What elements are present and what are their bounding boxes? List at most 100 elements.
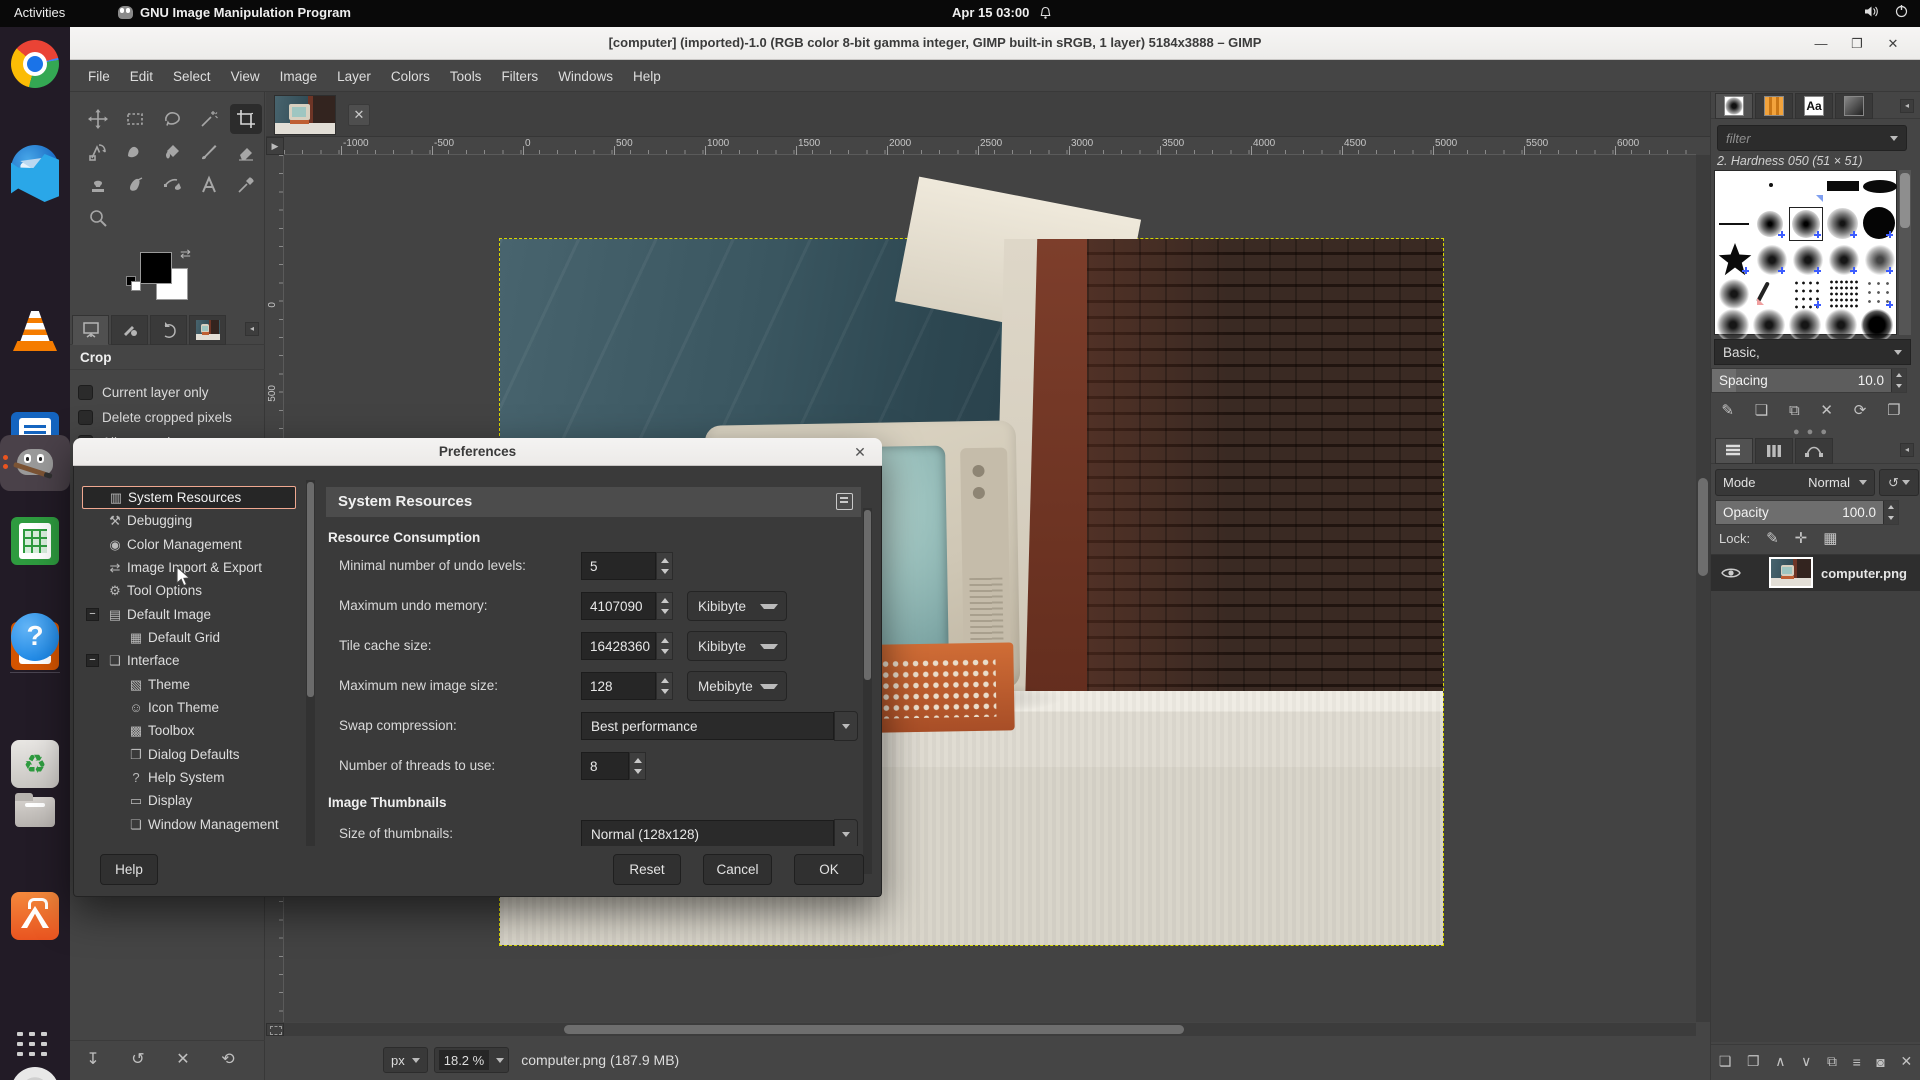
option-current-layer-only[interactable]: Current layer only [78, 379, 209, 405]
collapse-expander-icon[interactable]: − [86, 654, 99, 667]
edit-brush-icon[interactable]: ✎ [1721, 401, 1734, 419]
undo-levels-input[interactable]: 5 [581, 552, 656, 580]
sidebar-item-theme[interactable]: ▧Theme [82, 673, 296, 696]
warp-tool[interactable] [119, 137, 151, 167]
tab-undo-history[interactable] [150, 315, 187, 345]
layer-mode-switch-button[interactable]: ↺ [1879, 469, 1919, 496]
save-tool-preset-icon[interactable]: ↧ [76, 1046, 110, 1074]
maximize-button[interactable]: ❐ [1846, 33, 1868, 55]
menu-windows[interactable]: Windows [548, 64, 623, 89]
spacing-slider[interactable]: Spacing 10.0 [1711, 368, 1907, 393]
dock-menu-arrow-icon[interactable]: ◂ [1900, 443, 1914, 457]
sidebar-item-debugging[interactable]: ⚒Debugging [82, 509, 296, 532]
sidebar-item-default-grid[interactable]: ▦Default Grid [82, 626, 296, 649]
swap-colors-icon[interactable]: ⇄ [180, 246, 191, 262]
delete-brush-icon[interactable]: ✕ [1820, 401, 1833, 419]
menu-image[interactable]: Image [270, 64, 328, 89]
files-icon[interactable] [11, 787, 59, 835]
sidebar-item-color-management[interactable]: ◉Color Management [82, 533, 296, 556]
add-mask-icon[interactable]: ◙ [1876, 1054, 1884, 1070]
new-layer-group-icon[interactable]: ❐ [1747, 1053, 1760, 1070]
default-colors-icon[interactable] [126, 276, 138, 288]
vlc-icon[interactable] [11, 307, 59, 355]
tab-paths[interactable] [1795, 438, 1833, 464]
preferences-close-icon[interactable]: ✕ [850, 442, 870, 462]
menu-edit[interactable]: Edit [120, 64, 163, 89]
color-picker-tool[interactable] [230, 170, 262, 200]
undo-memory-input[interactable]: 4107090 [581, 592, 656, 620]
sidebar-item-help-system[interactable]: ?Help System [82, 766, 296, 789]
tab-layers[interactable] [1715, 438, 1753, 464]
checkbox[interactable] [78, 410, 93, 425]
cancel-button[interactable]: Cancel [703, 854, 772, 885]
max-image-size-unit-select[interactable]: Mebibyte [687, 671, 787, 701]
swap-compression-select[interactable]: Best performance [581, 712, 834, 740]
tab-gradients[interactable] [1835, 93, 1873, 119]
trash-icon[interactable]: ♻ [11, 740, 59, 788]
duplicate-layer-icon[interactable]: ⧉ [1827, 1053, 1837, 1070]
layer-list[interactable]: computer.png [1711, 554, 1920, 1042]
ink-tool[interactable] [156, 170, 188, 200]
disk-icon[interactable] [11, 1067, 59, 1080]
paintbrush-tool[interactable] [193, 137, 225, 167]
tab-fonts[interactable]: Aa [1795, 93, 1833, 119]
zoom-select[interactable]: 18.2 % [434, 1047, 509, 1073]
collapse-expander-icon[interactable]: − [86, 608, 99, 621]
opacity-slider[interactable]: Opacity 100.0 [1715, 500, 1899, 525]
checkbox[interactable] [78, 385, 93, 400]
canvas-vertical-scrollbar[interactable] [1696, 155, 1710, 1022]
text-tool[interactable] [193, 170, 225, 200]
dock-menu-arrow-icon[interactable]: ◂ [1900, 99, 1914, 113]
brush-group-select[interactable]: Basic, [1714, 339, 1911, 365]
undo-memory-unit-select[interactable]: Kibibyte [687, 591, 787, 621]
brush-grid[interactable] [1714, 170, 1897, 335]
sidebar-item-display[interactable]: ▭Display [82, 789, 296, 812]
menu-help[interactable]: Help [623, 64, 671, 89]
sidebar-item-icon-theme[interactable]: ☺Icon Theme [82, 696, 296, 719]
lock-position-icon[interactable]: ✛ [1795, 529, 1808, 547]
bucket-fill-tool[interactable] [156, 137, 188, 167]
layer-name[interactable]: computer.png [1821, 566, 1907, 581]
swap-compression-chevron[interactable] [834, 711, 858, 741]
activities-button[interactable]: Activities [14, 5, 65, 20]
layer-thumbnail[interactable] [1769, 557, 1813, 588]
libreoffice-calc-icon[interactable] [11, 517, 59, 565]
brush-filter-input[interactable]: filter [1717, 125, 1907, 151]
free-select-tool[interactable] [156, 104, 188, 134]
menu-filters[interactable]: Filters [491, 64, 548, 89]
restore-tool-preset-icon[interactable]: ↺ [121, 1046, 155, 1074]
chrome-icon[interactable] [11, 40, 59, 88]
layer-row[interactable]: computer.png [1711, 555, 1920, 591]
new-layer-icon[interactable]: ❏ [1719, 1053, 1732, 1070]
clone-tool[interactable] [82, 170, 114, 200]
canvas-horizontal-scrollbar[interactable] [284, 1023, 1696, 1036]
threads-input[interactable]: 8 [581, 752, 629, 780]
duplicate-brush-icon[interactable]: ⧉ [1789, 402, 1800, 419]
sidebar-item-window-management[interactable]: ❏Window Management [82, 813, 296, 836]
sidebar-scrollbar[interactable] [306, 480, 315, 846]
undo-memory-spinner[interactable] [656, 592, 673, 620]
delete-layer-icon[interactable]: ✕ [1900, 1053, 1912, 1070]
gimp-icon[interactable] [11, 439, 59, 487]
brush-grid-scrollbar[interactable] [1899, 170, 1911, 335]
spacing-spinner[interactable] [1891, 369, 1906, 392]
ubuntu-software-icon[interactable] [11, 892, 59, 940]
thumbnail-size-select[interactable]: Normal (128x128) [581, 820, 834, 846]
help-button[interactable]: Help [100, 854, 158, 885]
eraser-tool[interactable] [230, 137, 262, 167]
merge-layer-icon[interactable]: ≡ [1853, 1054, 1861, 1070]
system-tray[interactable] [1864, 4, 1908, 18]
fuzzy-select-tool[interactable] [193, 104, 225, 134]
delete-tool-preset-icon[interactable]: ✕ [166, 1046, 200, 1074]
sidebar-item-interface[interactable]: − ❑Interface [82, 649, 296, 672]
rectangle-select-tool[interactable] [119, 104, 151, 134]
gimp-dock-highlight[interactable] [0, 435, 70, 491]
tile-cache-unit-select[interactable]: Kibibyte [687, 631, 787, 661]
dock-menu-arrow-icon[interactable]: ◂ [245, 322, 259, 336]
sidebar-item-system-resources[interactable]: ▥System Resources [82, 486, 296, 509]
raise-layer-icon[interactable]: ∧ [1775, 1053, 1785, 1070]
close-button[interactable]: ✕ [1882, 33, 1904, 55]
move-tool[interactable] [82, 104, 114, 134]
sidebar-item-toolbox[interactable]: ▩Toolbox [82, 719, 296, 742]
option-delete-cropped-pixels[interactable]: Delete cropped pixels [78, 404, 232, 430]
